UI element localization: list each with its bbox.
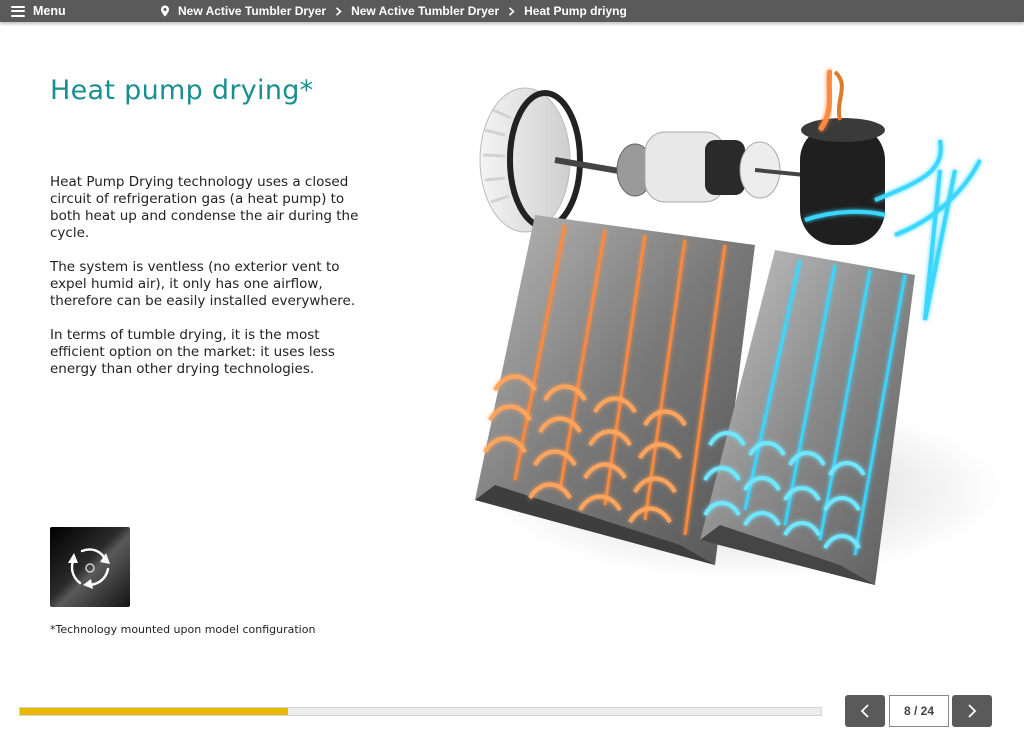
chevron-right-icon <box>336 6 342 16</box>
menu-button[interactable]: Menu <box>11 4 66 18</box>
footnote: *Technology mounted upon model configura… <box>50 623 316 636</box>
location-pin-icon <box>161 5 169 17</box>
breadcrumb: New Active Tumbler Dryer New Active Tumb… <box>160 0 627 22</box>
breadcrumb-current: Heat Pump driyng <box>524 4 627 18</box>
menu-label: Menu <box>33 4 66 18</box>
chevron-right-icon <box>509 6 515 16</box>
next-button[interactable] <box>952 695 992 727</box>
chevron-right-icon <box>968 704 977 718</box>
paragraph: Heat Pump Drying technology uses a close… <box>50 174 359 241</box>
page-indicator: 8 / 24 <box>889 695 949 727</box>
hamburger-icon <box>11 5 25 17</box>
breadcrumb-item[interactable]: New Active Tumbler Dryer <box>351 4 499 18</box>
heat-pump-illustration <box>475 69 1000 585</box>
page-title: Heat pump drying* <box>50 75 314 106</box>
heat-pump-arrows-icon <box>50 527 130 607</box>
prev-button[interactable] <box>845 695 885 727</box>
progress-bar <box>19 707 822 716</box>
paragraph: The system is ventless (no exterior vent… <box>50 259 356 309</box>
progress-fill <box>20 708 289 715</box>
description: Heat Pump Drying technology uses a close… <box>50 174 368 395</box>
paragraph: In terms of tumble drying, it is the mos… <box>50 327 335 377</box>
top-bar: Menu New Active Tumbler Dryer New Active… <box>0 0 1024 22</box>
chevron-left-icon <box>860 704 869 718</box>
breadcrumb-item[interactable]: New Active Tumbler Dryer <box>178 4 326 18</box>
